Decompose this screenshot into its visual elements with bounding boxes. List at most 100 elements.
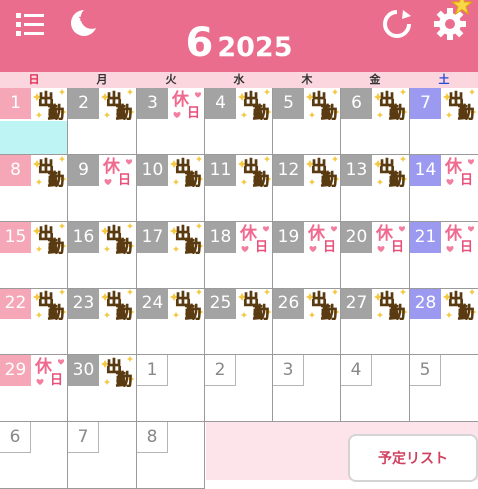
day-cell-adjacent-month[interactable]: 7 [68,422,137,489]
work-stamp-icon: 出勤 [101,89,135,120]
day-number: 13 [341,155,372,186]
stamp-char: 勤 [116,103,132,120]
work-stamp-icon: 出勤 [33,289,67,320]
day-cell[interactable]: 14 休日 [410,155,478,222]
year-number: 2025 [217,32,293,63]
stamp-char: 勤 [48,170,64,187]
day-cell[interactable]: 28 出勤 [410,288,478,355]
day-cell[interactable]: 25 出勤 [205,288,273,355]
day-cell-adjacent-month[interactable]: 5 [410,355,478,422]
work-stamp-icon: 出勤 [170,289,204,320]
day-cell[interactable]: 4出勤 [205,88,273,155]
day-cell[interactable]: 3休日 [137,88,205,155]
day-number: 29 [0,355,31,386]
work-stamp-icon: 出勤 [374,289,408,320]
day-cell-adjacent-month[interactable]: 3 [273,355,341,422]
stamp-char: 勤 [48,103,64,120]
stamp-char: 日 [187,106,200,120]
calendar-grid: 8 7 6 5 4 3 2 1 30 出勤 29 休日 28 出勤 27 出勤 26 出勤 25 出勤 24 出勤 23 出勤… [0,88,478,489]
day-number: 6 [0,422,31,453]
day-number: 30 [68,355,99,386]
stamp-char: 勤 [185,170,201,187]
day-cell[interactable]: 10 出勤 [137,155,205,222]
day-off-stamp-icon: 休日 [34,356,65,387]
day-cell[interactable]: 9休日 [68,155,137,222]
day-number: 19 [273,222,304,253]
day-cell[interactable]: 29 休日 [0,355,68,422]
day-cell[interactable]: 26 出勤 [273,288,341,355]
day-cell[interactable]: 20 休日 [341,222,410,289]
day-cell[interactable]: 1出勤 [0,88,68,155]
work-stamp-icon: 出勤 [33,156,67,187]
weekday-sun: 日 [28,73,40,86]
day-number: 27 [341,288,372,319]
day-cell-adjacent-month[interactable]: 2 [205,355,273,422]
day-cell-adjacent-month[interactable]: 6 [0,422,68,489]
day-number: 2 [205,355,236,386]
work-stamp-icon: 出勤 [238,156,272,187]
weekday-sat: 土 [438,73,450,86]
day-cell[interactable]: 13 出勤 [341,155,410,222]
stamp-char: 日 [50,373,63,387]
work-stamp-icon: 出勤 [170,223,204,254]
day-cell[interactable]: 15 出勤 [0,222,68,289]
day-cell[interactable]: 23 出勤 [68,288,137,355]
day-number: 23 [68,288,99,319]
stamp-char: 勤 [116,237,132,254]
day-cell-adjacent-month[interactable]: 8 [137,422,205,489]
stamp-char: 日 [323,240,336,254]
star-badge-icon [451,0,473,16]
day-cell[interactable]: 21 休日 [410,222,478,289]
day-number: 3 [273,355,304,386]
day-cell[interactable]: 5出勤 [273,88,341,155]
day-cell[interactable]: 12 出勤 [273,155,341,222]
stamp-char: 日 [391,240,404,254]
work-stamp-icon: 出勤 [238,289,272,320]
day-number: 5 [273,88,304,119]
day-cell[interactable]: 19 休日 [273,222,341,289]
day-number: 11 [205,155,236,186]
work-stamp-icon: 出勤 [101,223,135,254]
work-stamp-icon: 出勤 [443,89,477,120]
work-stamp-icon: 出勤 [374,156,408,187]
stamp-char: 勤 [389,303,405,320]
day-off-stamp-icon: 休日 [239,223,270,254]
day-number: 12 [273,155,304,186]
day-cell[interactable]: 17 出勤 [137,222,205,289]
work-stamp-icon: 出勤 [33,89,67,120]
stamp-char: 勤 [321,170,337,187]
day-number: 6 [341,88,372,119]
schedule-list-button[interactable]: 予定リスト [348,434,478,482]
work-stamp-icon: 出勤 [101,356,135,387]
day-number: 22 [0,288,31,319]
day-cell[interactable]: 2出勤 [68,88,137,155]
work-stamp-icon: 出勤 [33,223,67,254]
day-number: 28 [410,288,441,319]
day-cell-adjacent-month[interactable]: 4 [341,355,410,422]
stamp-char: 勤 [321,303,337,320]
day-cell[interactable]: 16 出勤 [68,222,137,289]
work-stamp-icon: 出勤 [101,289,135,320]
day-cell[interactable]: 6出勤 [341,88,410,155]
day-number: 8 [0,155,31,186]
stamp-char: 勤 [253,170,269,187]
day-cell-adjacent-month[interactable]: 1 [137,355,205,422]
day-cell[interactable]: 18 休日 [205,222,273,289]
day-cell[interactable]: 11 出勤 [205,155,273,222]
bottom-panel: 予定リスト [206,422,478,482]
day-number: 10 [137,155,168,186]
day-cell[interactable]: 30 出勤 [68,355,137,422]
month-title: 6 2025 [0,20,478,66]
day-off-stamp-icon: 休日 [102,156,133,187]
day-number: 16 [68,222,99,253]
day-number: 21 [410,222,441,253]
day-cell[interactable]: 24 出勤 [137,288,205,355]
day-cell[interactable]: 8出勤 [0,155,68,222]
day-cell[interactable]: 22 出勤 [0,288,68,355]
day-cell[interactable]: 7出勤 [410,88,478,155]
stamp-char: 勤 [253,103,269,120]
day-number: 5 [410,355,441,386]
work-stamp-icon: 出勤 [443,289,477,320]
day-cell[interactable]: 27 出勤 [341,288,410,355]
work-stamp-icon: 出勤 [306,156,340,187]
